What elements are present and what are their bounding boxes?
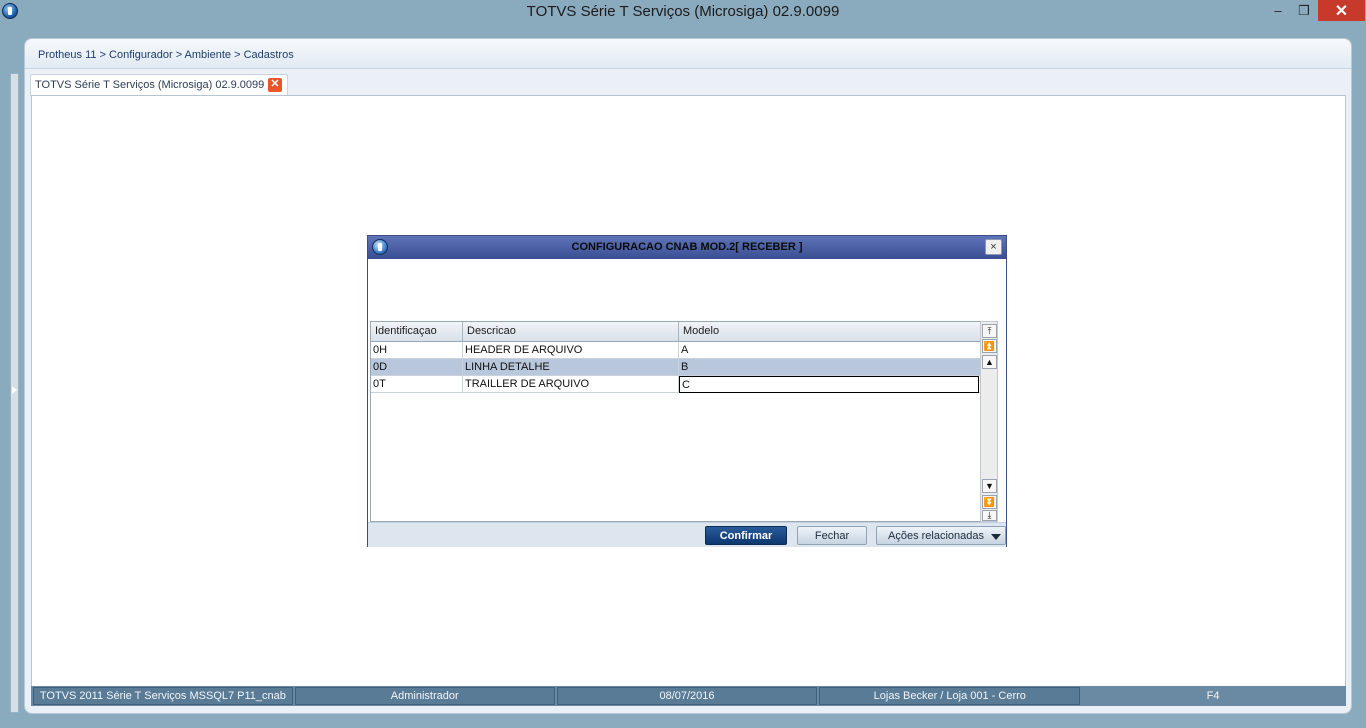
cell-identificacao[interactable]: 0T [371,376,463,393]
column-header-identificacao[interactable]: Identificaçao [371,322,463,342]
scroll-top-icon[interactable]: ⤒ [982,324,997,338]
status-environment: TOTVS 2011 Série T Serviços MSSQL7 P11_c… [33,687,293,705]
cell-descricao[interactable]: HEADER DE ARQUIVO [463,342,679,359]
scroll-page-up-icon[interactable]: ⏫ [982,339,997,353]
dialog-title: CONFIGURACAO CNAB MOD.2[ RECEBER ] [571,241,803,253]
expand-arrow-icon [12,386,17,394]
status-date: 08/07/2016 [556,687,818,705]
cell-modelo-editing[interactable]: C [679,376,979,393]
window-close-button[interactable]: ✕ [1318,0,1365,21]
grid-header: Identificaçao Descricao Modelo [371,322,980,342]
column-header-modelo[interactable]: Modelo [679,322,980,342]
table-row[interactable]: 0T TRAILLER DE ARQUIVO C [371,376,980,393]
status-user: Administrador [294,687,555,705]
related-actions-button[interactable]: Ações relacionadas [876,526,1006,545]
dialog-close-button[interactable]: × [985,239,1002,255]
dialog-titlebar: CONFIGURACAO CNAB MOD.2[ RECEBER ] × [368,236,1006,259]
window-title: TOTVS Série T Serviços (Microsiga) 02.9.… [526,3,840,20]
side-dock-toggle[interactable] [10,73,19,713]
status-key-hint: F4 [1206,690,1220,702]
minimize-button[interactable]: – [1265,0,1291,21]
chevron-down-icon [991,534,1001,540]
breadcrumb[interactable]: Protheus 11 > Configurador > Ambiente > … [38,49,294,61]
confirm-button[interactable]: Confirmar [705,526,787,545]
dialog-footer: Confirmar Fechar Ações relacionadas [368,522,1006,547]
status-bar: TOTVS 2011 Série T Serviços MSSQL7 P11_c… [31,686,1346,706]
cell-modelo[interactable]: B [679,359,980,376]
tab-close-icon[interactable]: ✕ [268,78,282,92]
status-branch: Lojas Becker / Loja 001 - Cerro [819,687,1081,705]
cell-descricao[interactable]: LINHA DETALHE [463,359,679,376]
cnab-config-dialog: CONFIGURACAO CNAB MOD.2[ RECEBER ] × Ide… [367,235,1007,547]
cnab-grid[interactable]: Identificaçao Descricao Modelo 0H HEADER… [370,321,981,522]
scroll-up-icon[interactable]: ▲ [982,355,997,369]
cell-descricao[interactable]: TRAILLER DE ARQUIVO [463,376,679,393]
tab-main[interactable]: TOTVS Série T Serviços (Microsiga) 02.9.… [30,74,288,96]
table-row[interactable]: 0D LINHA DETALHE B [371,359,980,376]
scroll-bottom-icon[interactable]: ⤓ [982,510,997,521]
close-button[interactable]: Fechar [797,526,867,545]
column-header-descricao[interactable]: Descricao [463,322,679,342]
table-row[interactable]: 0H HEADER DE ARQUIVO A [371,342,980,359]
cell-identificacao[interactable]: 0H [371,342,463,359]
scroll-page-down-icon[interactable]: ⏬ [982,495,997,509]
cell-modelo[interactable]: A [679,342,980,359]
window-titlebar: TOTVS Série T Serviços (Microsiga) 02.9.… [0,0,1366,23]
scroll-down-icon[interactable]: ▼ [982,479,997,493]
maximize-button[interactable]: ❐ [1291,0,1317,21]
grid-scrollbar[interactable]: ⤒ ⏫ ▲ ▼ ⏬ ⤓ [980,321,998,522]
tab-label: TOTVS Série T Serviços (Microsiga) 02.9.… [35,79,265,91]
related-actions-label: Ações relacionadas [888,529,985,542]
cell-identificacao[interactable]: 0D [371,359,463,376]
